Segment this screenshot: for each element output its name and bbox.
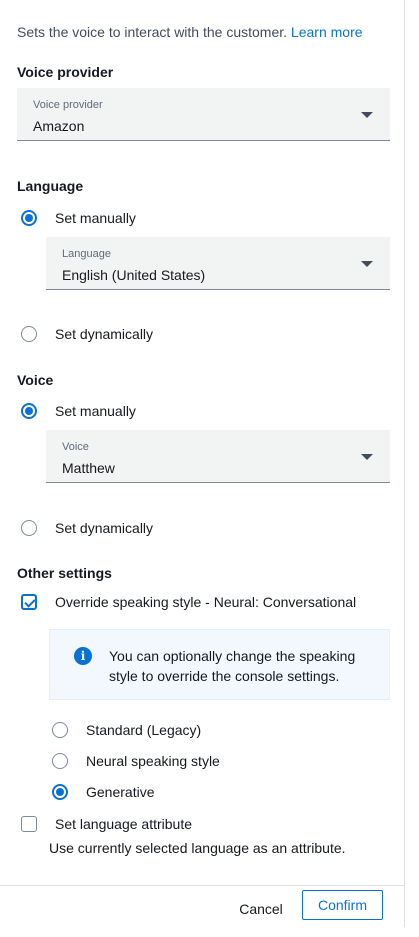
set-language-attribute-checkbox[interactable] [21,816,37,832]
info-icon: i [74,647,92,665]
confirm-button[interactable]: Confirm [302,890,383,920]
language-dynamic-radio[interactable] [21,326,37,342]
voice-provider-select[interactable]: Voice provider Amazon [17,88,390,141]
voice-provider-title: Voice provider [17,64,114,80]
override-speaking-style-label: Override speaking style - Neural: Conver… [55,594,357,610]
style-neural-radio[interactable] [52,753,68,769]
set-language-attribute-option[interactable]: Set language attribute [21,814,192,834]
language-set-manually-option[interactable]: Set manually [21,208,136,228]
language-select-value: English (United States) [62,267,206,283]
info-alert-text: You can optionally change the speaking s… [109,648,356,684]
panel-footer: Cancel Confirm [0,885,405,927]
language-title: Language [17,178,84,194]
language-attribute-description: Use currently selected language as an at… [49,840,346,856]
voice-title: Voice [17,372,54,388]
set-language-attribute-label: Set language attribute [55,816,192,832]
voice-provider-select-value: Amazon [33,118,85,134]
voice-select[interactable]: Voice Matthew [46,430,390,483]
info-alert: i You can optionally change the speaking… [49,629,390,700]
voice-manual-label: Set manually [55,403,136,419]
language-select-label: Language [62,248,111,260]
language-select[interactable]: Language English (United States) [46,237,390,290]
voice-set-manually-option[interactable]: Set manually [21,401,136,421]
caret-down-icon [361,454,373,460]
style-generative-label: Generative [86,784,155,800]
intro-text: Sets the voice to interact with the cust… [17,24,363,40]
caret-down-icon [361,261,373,267]
caret-down-icon [361,112,373,118]
voice-provider-select-label: Voice provider [33,99,103,111]
language-dynamic-label: Set dynamically [55,326,154,342]
voice-set-dynamically-option[interactable]: Set dynamically [21,518,153,538]
language-manual-radio[interactable] [21,210,37,226]
style-neural-label: Neural speaking style [86,753,220,769]
style-standard-label: Standard (Legacy) [86,722,202,738]
intro-description: Sets the voice to interact with the cust… [17,24,288,40]
voice-dynamic-radio[interactable] [21,520,37,536]
style-generative-radio[interactable] [52,784,68,800]
voice-select-label: Voice [62,441,89,453]
voice-select-value: Matthew [62,460,115,476]
style-standard-radio[interactable] [52,722,68,738]
voice-manual-radio[interactable] [21,403,37,419]
learn-more-link[interactable]: Learn more [291,24,363,40]
language-manual-label: Set manually [55,210,136,226]
language-set-dynamically-option[interactable]: Set dynamically [21,324,153,344]
style-option-generative[interactable]: Generative [52,782,154,802]
override-speaking-style-checkbox[interactable] [21,594,37,610]
voice-settings-panel: Sets the voice to interact with the cust… [0,0,405,927]
override-speaking-style-option[interactable]: Override speaking style - Neural: Conver… [21,592,356,612]
style-option-standard[interactable]: Standard (Legacy) [52,720,201,740]
other-settings-title: Other settings [17,565,112,581]
style-option-neural[interactable]: Neural speaking style [52,751,220,771]
voice-dynamic-label: Set dynamically [55,520,154,536]
cancel-button[interactable]: Cancel [231,895,291,923]
